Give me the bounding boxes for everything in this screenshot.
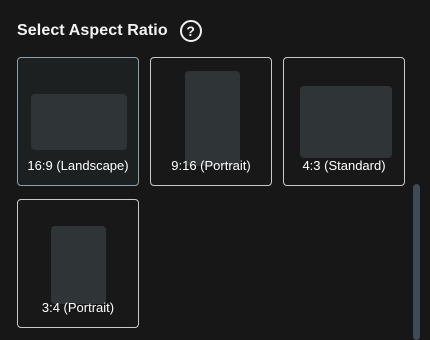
standard-preview-icon: [300, 86, 392, 158]
aspect-option-label: 3:4 (Portrait): [41, 300, 115, 315]
scrollbar-thumb[interactable]: [413, 184, 420, 340]
aspect-option-label: 4:3 (Standard): [302, 158, 386, 173]
aspect-option-9-16[interactable]: 9:16 (Portrait): [150, 57, 272, 186]
aspect-option-3-4[interactable]: 3:4 (Portrait): [17, 199, 139, 328]
portrait-preview-icon: [51, 226, 106, 304]
aspect-option-label: 16:9 (Landscape): [27, 158, 129, 173]
help-icon[interactable]: ?: [179, 20, 202, 42]
scrollbar[interactable]: [413, 0, 420, 340]
aspect-option-label: 9:16 (Portrait): [171, 158, 251, 173]
panel-title: Select Aspect Ratio: [17, 22, 168, 39]
aspect-option-4-3[interactable]: 4:3 (Standard): [283, 57, 405, 186]
landscape-preview-icon: [31, 94, 127, 150]
aspect-ratio-panel: Select Aspect Ratio ? 16:9 (Landscape) 9…: [0, 0, 430, 340]
panel-header: Select Aspect Ratio ?: [17, 20, 202, 42]
aspect-option-16-9[interactable]: 16:9 (Landscape): [17, 57, 139, 186]
portrait-preview-icon: [185, 71, 240, 166]
